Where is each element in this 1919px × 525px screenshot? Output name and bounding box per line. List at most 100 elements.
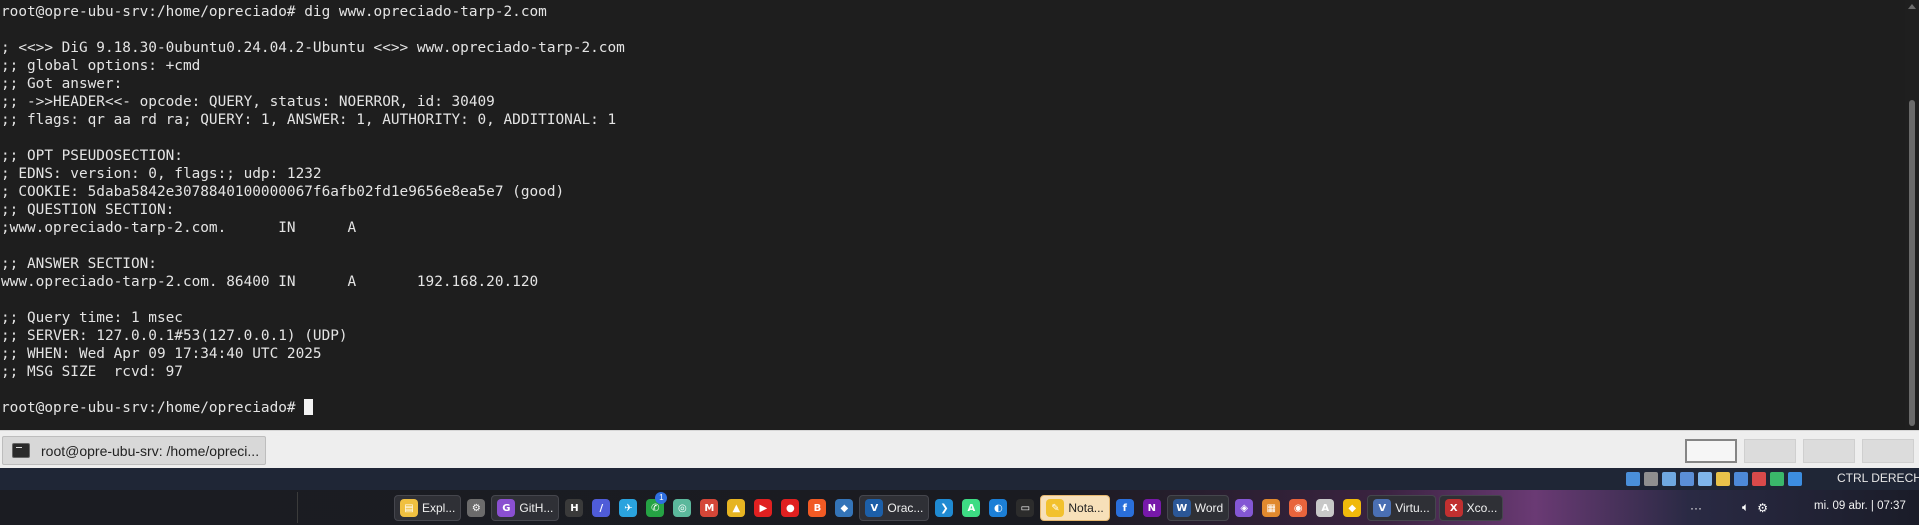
workspace-3-button[interactable] — [1803, 439, 1855, 463]
terminal-line: ;; OPT PSEUDOSECTION: — [1, 148, 183, 164]
shared-folders-icon[interactable] — [1716, 472, 1730, 486]
optical-icon[interactable] — [1644, 472, 1658, 486]
terminal-line: ;; flags: qr aa rd ra; QUERY: 1, ANSWER:… — [1, 112, 617, 128]
text-cursor — [304, 399, 314, 415]
terminal-line: ; EDNS: version: 0, flags:; udp: 1232 — [1, 166, 322, 182]
app-slash-icon: / — [592, 499, 611, 517]
taskbar-app-label: Word — [1194, 501, 1224, 515]
app-f-icon: f — [1115, 499, 1134, 517]
scroll-up-arrow-icon[interactable] — [1908, 4, 1916, 9]
app-h-icon: H — [565, 499, 584, 517]
app-drop-icon: ◈ — [1235, 499, 1254, 517]
youtube-icon: ▶ — [754, 499, 773, 517]
taskbar-google-drive-button[interactable]: ▲ — [724, 495, 748, 521]
terminal-scrollbar[interactable] — [1905, 0, 1919, 430]
mouse-icon[interactable] — [1788, 472, 1802, 486]
hdd-icon[interactable] — [1626, 472, 1640, 486]
linux-taskbar: root@opre-ubu-srv: /home/opreci... — [0, 430, 1919, 468]
chatgpt-icon: ◎ — [673, 499, 692, 517]
taskbar-onenote-button[interactable]: N — [1140, 495, 1164, 521]
android-studio-icon: A — [962, 499, 981, 517]
app-lang-icon: A — [1316, 499, 1335, 517]
scrollbar-thumb[interactable] — [1909, 100, 1915, 426]
taskbar-github-button[interactable]: G GitH... — [491, 495, 560, 521]
taskbar-app-label: GitH... — [519, 501, 554, 515]
taskbar-vscode-button[interactable]: ❯ — [932, 495, 956, 521]
terminal-line: ;; MSG SIZE rcvd: 97 — [1, 364, 183, 380]
terminal-prompt-line[interactable]: root@opre-ubu-srv:/home/opreciado# — [1, 399, 625, 417]
vt-x-icon[interactable] — [1770, 472, 1784, 486]
taskbar-youtube-music-button[interactable]: ● — [778, 495, 802, 521]
taskbar-youtube-button[interactable]: ▶ — [751, 495, 775, 521]
onenote-icon: N — [1142, 499, 1161, 517]
notas-icon: ✎ — [1046, 499, 1065, 517]
taskbar-word-button[interactable]: W Word — [1166, 495, 1230, 521]
taskbar-divider — [297, 492, 298, 523]
app-eclipse-icon: ◉ — [1289, 499, 1308, 517]
taskbar-app-drop-button[interactable]: ◈ — [1232, 495, 1256, 521]
github-icon: G — [497, 499, 516, 517]
binance-icon: ◆ — [1343, 499, 1362, 517]
shell-prompt: root@opre-ubu-srv:/home/opreciado# — [1, 400, 305, 416]
virtualbox-status-bar: CTRL DERECHA — [0, 468, 1919, 490]
taskbar-android-studio-button[interactable]: A — [959, 495, 983, 521]
taskbar-gmail-button[interactable]: M — [697, 495, 721, 521]
taskbar-chatgpt-button[interactable]: ◎ — [670, 495, 694, 521]
taskbar-file-explorer-button[interactable]: ▤ Expl... — [394, 495, 462, 521]
taskbar-app-orange-button[interactable]: ▦ — [1259, 495, 1283, 521]
display-icon[interactable] — [1734, 472, 1748, 486]
taskbar-notas-button[interactable]: ✎ Nota... — [1040, 495, 1110, 521]
brave-icon: B — [808, 499, 827, 517]
recording-icon[interactable] — [1752, 472, 1766, 486]
taskbar-app-lang-button[interactable]: A — [1313, 495, 1337, 521]
word-icon: W — [1172, 499, 1191, 517]
taskbar-binance-button[interactable]: ◆ — [1340, 495, 1364, 521]
gmail-icon: M — [700, 499, 719, 517]
taskbar-whatsapp-button[interactable]: ✆ 1 — [643, 492, 668, 521]
tray-overflow-button[interactable]: ··· — [1690, 501, 1702, 515]
notification-badge: 1 — [655, 492, 668, 504]
telegram-icon: ✈ — [619, 499, 638, 517]
taskbar-oracle-virtualbox-button[interactable]: V Orac... — [859, 495, 930, 521]
network-icon[interactable] — [1680, 472, 1694, 486]
workspace-1-button[interactable] — [1685, 439, 1737, 463]
terminal-line: ;; SERVER: 127.0.0.1#53(127.0.0.1) (UDP) — [1, 328, 348, 344]
taskbar-virtualbox-button[interactable]: ◆ — [832, 495, 856, 521]
workspace-4-button[interactable] — [1862, 439, 1914, 463]
xcode-app-icon: X — [1444, 499, 1463, 517]
taskbar-app-slash-button[interactable]: / — [589, 495, 613, 521]
terminal-line: ; COOKIE: 5daba5842e3078840100000067f6af… — [1, 184, 565, 200]
taskbar-telegram-button[interactable]: ✈ — [616, 495, 640, 521]
taskbar-virtualbox-vm-button[interactable]: V Virtu... — [1367, 495, 1436, 521]
virtualbox-icon: ◆ — [835, 499, 854, 517]
taskbar-app-label: Nota... — [1068, 501, 1104, 515]
taskbar-brave-button[interactable]: B — [805, 495, 829, 521]
taskbar-settings-button[interactable]: ⚙ — [464, 495, 488, 521]
taskbar-terminal-button[interactable]: ▭ — [1013, 495, 1037, 521]
terminal-line: ;; WHEN: Wed Apr 09 17:34:40 UTC 2025 — [1, 346, 322, 362]
app-blue-icon: ◐ — [989, 499, 1008, 517]
workspace-2-button[interactable] — [1744, 439, 1796, 463]
terminal-line: www.opreciado-tarp-2.com. 86400 IN A 192… — [1, 274, 539, 290]
terminal-task-button[interactable]: root@opre-ubu-srv: /home/opreci... — [2, 436, 266, 465]
virtualbox-vm-icon: V — [1373, 499, 1392, 517]
terminal-line: ;; Query time: 1 msec — [1, 310, 183, 326]
network-icon[interactable]: ⚙︎ — [1757, 501, 1768, 515]
usb-icon[interactable] — [1698, 472, 1712, 486]
taskbar-app-label: Xco... — [1466, 501, 1498, 515]
terminal-line: ;www.opreciado-tarp-2.com. IN A — [1, 220, 357, 236]
terminal-window[interactable]: root@opre-ubu-srv:/home/opreciado# dig w… — [0, 0, 1905, 430]
clock[interactable]: mi. 09 abr. | 07:37 — [1814, 500, 1906, 512]
terminal-line: ;; ANSWER SECTION: — [1, 256, 157, 272]
audio-icon[interactable] — [1662, 472, 1676, 486]
app-orange-icon: ▦ — [1262, 499, 1281, 517]
taskbar-app-eclipse-button[interactable]: ◉ — [1286, 495, 1310, 521]
taskbar-app-blue-button[interactable]: ◐ — [986, 495, 1010, 521]
taskbar-app-h-button[interactable]: H — [562, 495, 586, 521]
volume-icon[interactable]: 🔈︎ — [1742, 500, 1749, 515]
taskbar-xcode-app-button[interactable]: X Xco... — [1438, 495, 1504, 521]
file-explorer-icon: ▤ — [400, 499, 418, 517]
taskbar-app-f-button[interactable]: f — [1113, 495, 1137, 521]
vscode-icon: ❯ — [935, 499, 954, 517]
